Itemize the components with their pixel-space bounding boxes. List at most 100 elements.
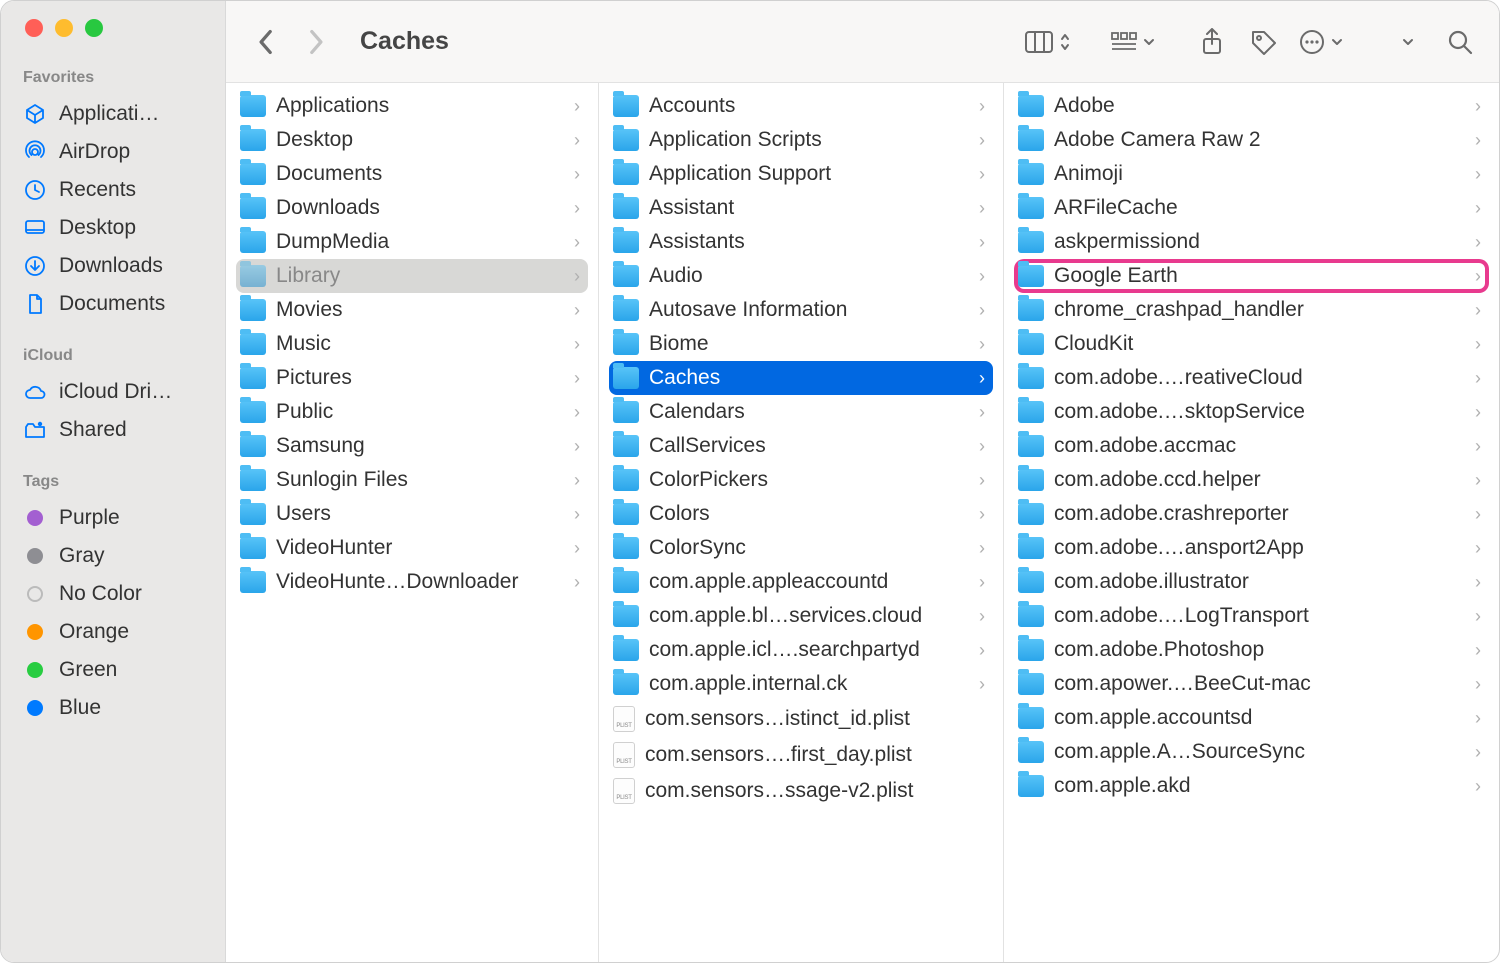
- plist-file-icon: [613, 742, 635, 768]
- folder-row[interactable]: com.apple.A…SourceSync›: [1014, 735, 1489, 769]
- folder-row[interactable]: com.adobe.illustrator›: [1014, 565, 1489, 599]
- folder-row[interactable]: com.adobe.…sktopService›: [1014, 395, 1489, 429]
- folder-row[interactable]: Samsung›: [236, 429, 588, 463]
- folder-row[interactable]: Assistants›: [609, 225, 993, 259]
- chevron-right-icon: ›: [1475, 334, 1481, 355]
- folder-row[interactable]: ColorPickers›: [609, 463, 993, 497]
- folder-row[interactable]: Google Earth›: [1014, 259, 1489, 293]
- sidebar-item[interactable]: Green: [1, 651, 225, 689]
- folder-row[interactable]: com.apple.appleaccountd›: [609, 565, 993, 599]
- sidebar-item-label: Recents: [59, 178, 136, 202]
- folder-row[interactable]: com.adobe.Photoshop›: [1014, 633, 1489, 667]
- folder-row[interactable]: com.apower.…BeeCut-mac›: [1014, 667, 1489, 701]
- back-button[interactable]: [248, 25, 282, 59]
- folder-row[interactable]: com.adobe.accmac›: [1014, 429, 1489, 463]
- folder-row[interactable]: Pictures›: [236, 361, 588, 395]
- folder-row[interactable]: ARFileCache›: [1014, 191, 1489, 225]
- folder-row[interactable]: Applications›: [236, 89, 588, 123]
- sidebar-item[interactable]: Desktop: [1, 209, 225, 247]
- folder-row[interactable]: com.adobe.…LogTransport›: [1014, 599, 1489, 633]
- file-row[interactable]: com.sensors….first_day.plist: [609, 737, 993, 773]
- folder-row[interactable]: com.apple.akd›: [1014, 769, 1489, 803]
- folder-row[interactable]: com.adobe.…reativeCloud›: [1014, 361, 1489, 395]
- sidebar-item[interactable]: iCloud Dri…: [1, 373, 225, 411]
- folder-row[interactable]: CloudKit›: [1014, 327, 1489, 361]
- folder-row[interactable]: Sunlogin Files›: [236, 463, 588, 497]
- row-label: com.apower.…BeeCut-mac: [1054, 672, 1465, 696]
- chevron-right-icon: ›: [979, 96, 985, 117]
- folder-row[interactable]: Application Scripts›: [609, 123, 993, 157]
- folder-icon: [1018, 741, 1044, 763]
- sidebar-item[interactable]: Shared: [1, 411, 225, 449]
- folder-row[interactable]: Adobe Camera Raw 2›: [1014, 123, 1489, 157]
- folder-row[interactable]: Library›: [236, 259, 588, 293]
- folder-row[interactable]: Assistant›: [609, 191, 993, 225]
- sidebar-item[interactable]: No Color: [1, 575, 225, 613]
- search-button[interactable]: [1443, 25, 1477, 59]
- folder-row[interactable]: Application Support›: [609, 157, 993, 191]
- view-mode-group[interactable]: [1025, 31, 1071, 53]
- folder-row[interactable]: com.apple.accountsd›: [1014, 701, 1489, 735]
- chevron-right-icon: ›: [1475, 436, 1481, 457]
- folder-row[interactable]: Public›: [236, 395, 588, 429]
- folder-row[interactable]: com.adobe.crashreporter›: [1014, 497, 1489, 531]
- column-1[interactable]: Applications›Desktop›Documents›Downloads…: [226, 83, 599, 962]
- row-label: Users: [276, 502, 564, 526]
- tags-button[interactable]: [1247, 25, 1281, 59]
- folder-icon: [613, 571, 639, 593]
- folder-row[interactable]: chrome_crashpad_handler›: [1014, 293, 1489, 327]
- folder-row[interactable]: Biome›: [609, 327, 993, 361]
- sidebar-item-label: Desktop: [59, 216, 136, 240]
- sidebar-item[interactable]: Orange: [1, 613, 225, 651]
- group-by-button[interactable]: [1111, 31, 1155, 53]
- sidebar-item[interactable]: Recents: [1, 171, 225, 209]
- folder-row[interactable]: Music›: [236, 327, 588, 361]
- folder-row[interactable]: DumpMedia›: [236, 225, 588, 259]
- folder-row[interactable]: Adobe›: [1014, 89, 1489, 123]
- folder-row[interactable]: Accounts›: [609, 89, 993, 123]
- folder-row[interactable]: CallServices›: [609, 429, 993, 463]
- chevron-right-icon: ›: [1475, 742, 1481, 763]
- column-view-icon: [1025, 31, 1053, 53]
- file-row[interactable]: com.sensors…istinct_id.plist: [609, 701, 993, 737]
- folder-row[interactable]: com.apple.internal.ck›: [609, 667, 993, 701]
- column-2[interactable]: Accounts›Application Scripts›Application…: [599, 83, 1004, 962]
- sidebar-item[interactable]: Purple: [1, 499, 225, 537]
- sidebar-item[interactable]: AirDrop: [1, 133, 225, 171]
- folder-row[interactable]: com.apple.icl….searchpartyd›: [609, 633, 993, 667]
- folder-row[interactable]: VideoHunte…Downloader›: [236, 565, 588, 599]
- folder-row[interactable]: VideoHunter›: [236, 531, 588, 565]
- sidebar-item[interactable]: Gray: [1, 537, 225, 575]
- overflow-button[interactable]: [1391, 25, 1425, 59]
- folder-row[interactable]: Documents›: [236, 157, 588, 191]
- share-button[interactable]: [1195, 25, 1229, 59]
- folder-row[interactable]: com.apple.bl…services.cloud›: [609, 599, 993, 633]
- chevron-right-icon: ›: [979, 334, 985, 355]
- close-button[interactable]: [25, 19, 43, 37]
- sidebar-item[interactable]: Applicati…: [1, 95, 225, 133]
- action-menu-button[interactable]: [1299, 29, 1343, 55]
- forward-button[interactable]: [300, 25, 334, 59]
- folder-row[interactable]: Desktop›: [236, 123, 588, 157]
- sidebar-item[interactable]: Downloads: [1, 247, 225, 285]
- folder-row[interactable]: Users›: [236, 497, 588, 531]
- file-row[interactable]: com.sensors…ssage-v2.plist: [609, 773, 993, 809]
- folder-row[interactable]: Caches›: [609, 361, 993, 395]
- folder-row[interactable]: Calendars›: [609, 395, 993, 429]
- folder-row[interactable]: askpermissiond›: [1014, 225, 1489, 259]
- folder-row[interactable]: Movies›: [236, 293, 588, 327]
- minimize-button[interactable]: [55, 19, 73, 37]
- folder-row[interactable]: com.adobe.…ansport2App›: [1014, 531, 1489, 565]
- folder-row[interactable]: Animoji›: [1014, 157, 1489, 191]
- folder-row[interactable]: Audio›: [609, 259, 993, 293]
- folder-row[interactable]: Colors›: [609, 497, 993, 531]
- folder-row[interactable]: ColorSync›: [609, 531, 993, 565]
- sidebar-item[interactable]: Blue: [1, 689, 225, 727]
- maximize-button[interactable]: [85, 19, 103, 37]
- folder-icon: [613, 197, 639, 219]
- folder-row[interactable]: Downloads›: [236, 191, 588, 225]
- folder-row[interactable]: com.adobe.ccd.helper›: [1014, 463, 1489, 497]
- sidebar-item[interactable]: Documents: [1, 285, 225, 323]
- folder-row[interactable]: Autosave Information›: [609, 293, 993, 327]
- column-3[interactable]: Adobe›Adobe Camera Raw 2›Animoji›ARFileC…: [1004, 83, 1499, 962]
